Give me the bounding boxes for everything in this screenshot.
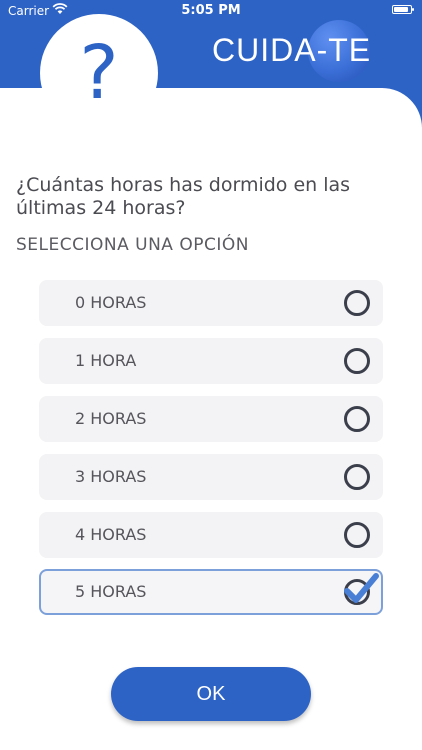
option-label: 2 HORAS <box>75 409 147 428</box>
question-text: ¿Cuántas horas has dormido en las última… <box>16 174 351 219</box>
checkmark-icon <box>344 573 379 603</box>
option-item[interactable]: 1 HORA <box>39 338 383 384</box>
help-icon: ? <box>40 14 158 132</box>
radio-unchecked-icon[interactable] <box>344 290 370 316</box>
logo-text: CUIDA-TE <box>212 32 372 68</box>
app-logo: CUIDA-TE <box>212 20 382 82</box>
radio-unchecked-icon[interactable] <box>344 522 370 548</box>
help-symbol: ? <box>79 30 119 116</box>
option-label: 5 HORAS <box>75 582 147 601</box>
status-bar: Carrier 5:05 PM <box>0 0 422 22</box>
radio-unchecked-icon[interactable] <box>344 406 370 432</box>
radio-unchecked-icon[interactable] <box>344 464 370 490</box>
option-item[interactable]: 4 HORAS <box>39 512 383 558</box>
option-item[interactable]: 2 HORAS <box>39 396 383 442</box>
option-item[interactable]: 0 HORAS <box>39 280 383 326</box>
ok-button[interactable]: OK <box>111 667 311 721</box>
option-label: 1 HORA <box>75 351 137 370</box>
instruction-text: SELECCIONA UNA OPCIÓN <box>16 235 249 255</box>
radio-unchecked-icon[interactable] <box>344 348 370 374</box>
battery-icon <box>392 5 414 14</box>
option-label: 0 HORAS <box>75 293 147 312</box>
status-time: 5:05 PM <box>181 3 241 18</box>
option-item[interactable]: 5 HORAS <box>39 569 383 615</box>
option-item[interactable]: 3 HORAS <box>39 454 383 500</box>
option-label: 4 HORAS <box>75 525 147 544</box>
option-label: 3 HORAS <box>75 467 147 486</box>
